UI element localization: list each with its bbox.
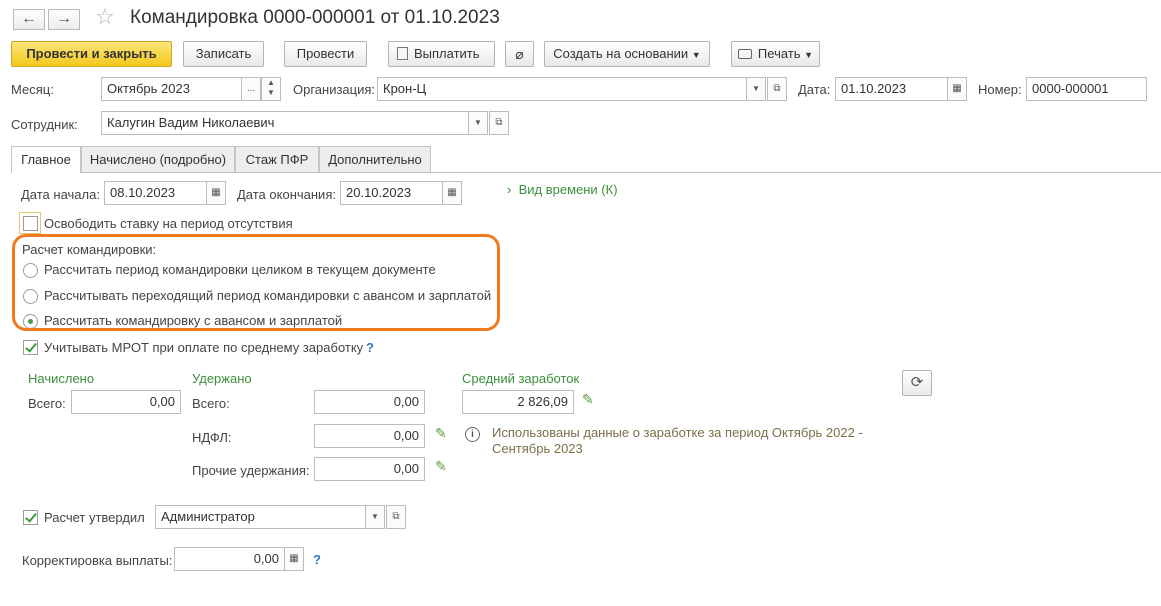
end-date-calendar-button[interactable]: ▦	[442, 181, 462, 205]
post-button[interactable]: Провести	[284, 41, 367, 67]
create-based-on-button[interactable]: Создать на основании ▼	[544, 41, 710, 67]
page-title: Командировка 0000-000001 от 01.10.2023	[130, 7, 500, 28]
organization-label: Организация:	[293, 82, 376, 97]
month-select-button[interactable]: ...	[241, 77, 261, 101]
employee-dropdown-button[interactable]: ▼	[468, 111, 488, 135]
approved-by-dropdown-button[interactable]: ▼	[365, 505, 385, 529]
organization-open-button[interactable]: ⧉	[767, 77, 787, 101]
back-arrow-icon: ←	[21, 10, 37, 27]
refresh-button[interactable]: ⟳	[902, 370, 932, 396]
date-calendar-button[interactable]: ▦	[947, 77, 967, 101]
create-based-on-label: Создать на основании	[553, 46, 689, 61]
month-field[interactable]: Октябрь 2023	[101, 77, 242, 101]
open-window-icon: ⧉	[495, 117, 503, 128]
post-and-close-button[interactable]: Провести и закрыть	[11, 41, 172, 67]
number-label: Номер:	[978, 82, 1022, 97]
correction-calculator-button[interactable]: ▦	[284, 547, 304, 571]
withheld-header: Удержано	[192, 371, 252, 386]
approved-checkbox[interactable]	[23, 510, 38, 525]
mrot-label: Учитывать МРОТ при оплате по среднему за…	[44, 340, 364, 355]
chevron-down-icon: ▼	[371, 512, 379, 521]
accrued-header: Начислено	[28, 371, 95, 386]
back-button[interactable]: ←	[13, 9, 45, 30]
average-earnings-header: Средний заработок	[462, 371, 580, 386]
employee-field[interactable]: Калугин Вадим Николаевич	[101, 111, 469, 135]
other-withholdings-label: Прочие удержания:	[192, 463, 310, 478]
organization-field[interactable]: Крон-Ц	[377, 77, 747, 101]
month-stepper[interactable]: ▲ ▼	[261, 77, 281, 101]
correction-field[interactable]: 0,00	[174, 547, 285, 571]
accrued-total-field[interactable]: 0,00	[71, 390, 181, 414]
chevron-down-icon: ▼	[474, 118, 482, 127]
calendar-icon: ▦	[447, 187, 457, 198]
withheld-total-field[interactable]: 0,00	[314, 390, 425, 414]
favorite-star-icon[interactable]: ☆	[95, 4, 115, 30]
accrued-total-label: Всего:	[28, 396, 66, 411]
paperclip-icon: ⌀	[515, 46, 524, 62]
open-window-icon: ⧉	[392, 511, 400, 522]
info-text-line-1: Использованы данные о заработке за перио…	[492, 425, 863, 440]
end-date-label: Дата окончания:	[237, 187, 336, 202]
mrot-help-icon[interactable]: ?	[366, 340, 374, 355]
attach-button[interactable]: ⌀	[505, 41, 534, 67]
month-label: Месяц:	[11, 82, 54, 97]
correction-help-icon[interactable]: ?	[313, 552, 321, 567]
start-date-label: Дата начала:	[21, 187, 100, 202]
approved-by-field[interactable]: Администратор	[155, 505, 366, 529]
time-type-link-label: Вид времени (К)	[518, 182, 618, 197]
start-date-field[interactable]: 08.10.2023	[104, 181, 207, 205]
printer-icon	[737, 49, 752, 59]
employee-open-button[interactable]: ⧉	[489, 111, 509, 135]
date-label: Дата:	[798, 82, 831, 97]
checkmark-icon	[25, 510, 37, 523]
chevron-down-icon: ▼	[804, 50, 814, 60]
calendar-icon: ▦	[211, 187, 221, 198]
ndfl-field[interactable]: 0,00	[314, 424, 425, 448]
chevron-down-icon: ▼	[691, 50, 701, 60]
tab-accrued-detailed[interactable]: Начислено (подробно)	[81, 146, 235, 172]
chevron-right-icon: ›	[507, 182, 512, 197]
approved-by-open-button[interactable]: ⧉	[386, 505, 406, 529]
info-text-line-2: Сентябрь 2023	[492, 441, 583, 456]
calculator-icon: ▦	[289, 553, 299, 564]
refresh-icon: ⟳	[910, 374, 924, 391]
organization-dropdown-button[interactable]: ▼	[746, 77, 766, 101]
print-button[interactable]: Печать ▼	[731, 41, 820, 67]
pay-button-label: Выплатить	[414, 46, 480, 61]
tab-additional[interactable]: Дополнительно	[319, 146, 431, 172]
chevron-down-icon: ▼	[752, 84, 760, 93]
average-earnings-edit-pencil-icon[interactable]: ✎	[582, 391, 594, 408]
other-withholdings-edit-pencil-icon[interactable]: ✎	[435, 458, 447, 475]
forward-arrow-icon: →	[56, 10, 72, 27]
checkmark-icon	[25, 340, 37, 353]
end-date-field[interactable]: 20.10.2023	[340, 181, 443, 205]
approved-label: Расчет утвердил	[44, 510, 145, 525]
forward-button[interactable]: →	[48, 9, 80, 30]
tab-main[interactable]: Главное	[11, 146, 81, 173]
number-field[interactable]: 0000-000001	[1026, 77, 1147, 101]
date-field[interactable]: 01.10.2023	[835, 77, 948, 101]
calendar-icon: ▦	[952, 83, 962, 94]
employee-label: Сотрудник:	[11, 117, 78, 132]
free-rate-checkbox[interactable]	[23, 216, 38, 231]
ndfl-edit-pencil-icon[interactable]: ✎	[435, 425, 447, 442]
start-date-calendar-button[interactable]: ▦	[206, 181, 226, 205]
pay-button[interactable]: Выплатить	[388, 41, 495, 67]
tab-pfr-experience[interactable]: Стаж ПФР	[235, 146, 319, 172]
tab-bar-divider	[11, 172, 1161, 173]
average-earnings-field[interactable]: 2 826,09	[462, 390, 574, 414]
highlight-annotation	[12, 234, 500, 331]
mrot-checkbox[interactable]	[23, 340, 38, 355]
free-rate-label: Освободить ставку на период отсутствия	[44, 216, 293, 231]
other-withholdings-field[interactable]: 0,00	[314, 457, 425, 481]
open-window-icon: ⧉	[773, 83, 781, 94]
save-button[interactable]: Записать	[183, 41, 264, 67]
time-type-link[interactable]: › Вид времени (К)	[507, 182, 618, 197]
info-icon: i	[465, 427, 480, 442]
print-button-label: Печать	[757, 46, 801, 61]
correction-label: Корректировка выплаты:	[22, 553, 173, 568]
document-icon	[397, 47, 408, 60]
withheld-total-label: Всего:	[192, 396, 230, 411]
ndfl-label: НДФЛ:	[192, 430, 232, 445]
